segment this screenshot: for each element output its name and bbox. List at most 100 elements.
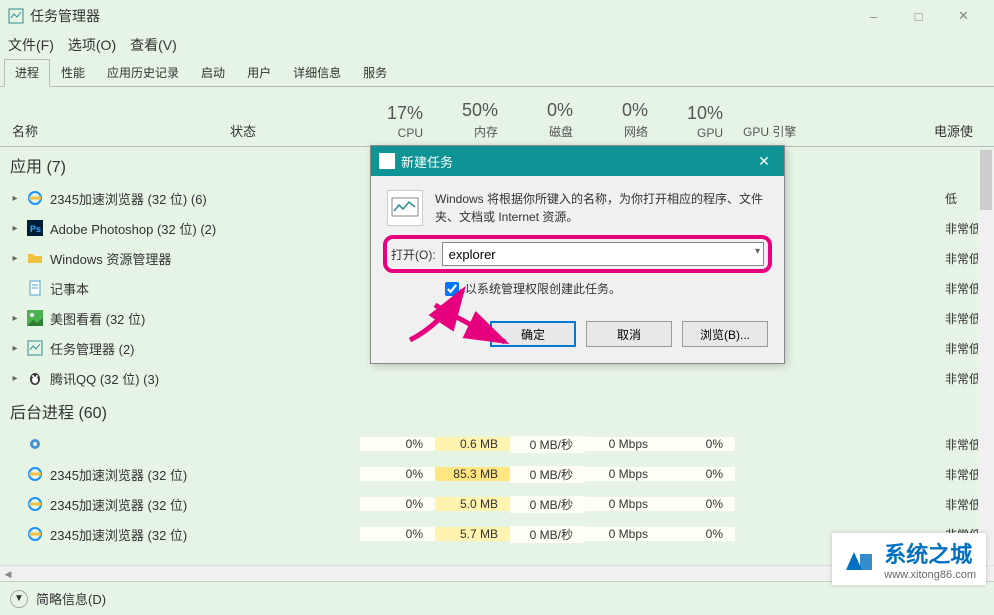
expand-icon[interactable]: ▸	[8, 373, 22, 384]
gpu-value: 0%	[660, 437, 735, 451]
titlebar: 任务管理器 – □ ✕	[0, 0, 994, 32]
tab-users[interactable]: 用户	[236, 59, 282, 87]
col-status[interactable]: 状态	[230, 87, 360, 146]
col-name[interactable]: 名称	[0, 87, 230, 146]
cpu-value: 0%	[360, 467, 435, 481]
ie-icon	[26, 495, 44, 513]
process-name: 任务管理器 (2)	[50, 339, 360, 358]
run-icon	[387, 190, 423, 226]
gpu-value: 0%	[660, 497, 735, 511]
disk-value: 0 MB/秒	[510, 466, 585, 483]
process-row[interactable]: 2345加速浏览器 (32 位) 0% 5.0 MB 0 MB/秒 0 Mbps…	[0, 489, 994, 519]
close-button[interactable]: ✕	[941, 1, 986, 31]
admin-checkbox[interactable]	[445, 282, 459, 296]
disk-value: 0 MB/秒	[510, 526, 585, 543]
expand-icon[interactable]: ▸	[8, 223, 22, 234]
dialog-titlebar: 新建任务 ✕	[371, 146, 784, 176]
net-value: 0 Mbps	[585, 527, 660, 541]
ie-icon	[26, 189, 44, 207]
col-gpu-engine[interactable]: GPU 引擎	[735, 87, 825, 146]
tab-services[interactable]: 服务	[352, 59, 398, 87]
col-power[interactable]: 电源使	[934, 87, 994, 146]
tab-details[interactable]: 详细信息	[282, 59, 352, 87]
col-gpu[interactable]: 10% GPU	[660, 87, 735, 146]
watermark-url: www.xitong86.com	[884, 569, 976, 581]
mem-value: 5.0 MB	[435, 497, 510, 511]
dialog-title-text: 新建任务	[401, 152, 453, 171]
open-input[interactable]	[442, 242, 764, 266]
mem-value: 85.3 MB	[435, 467, 510, 481]
cpu-value: 0%	[360, 437, 435, 451]
ie-icon	[26, 525, 44, 543]
disk-value: 0 MB/秒	[510, 436, 585, 453]
photoshop-icon: Ps	[26, 219, 44, 237]
gpu-value: 0%	[660, 467, 735, 481]
process-name: 记事本	[50, 279, 360, 298]
expand-icon[interactable]: ▸	[8, 343, 22, 354]
tab-app-history[interactable]: 应用历史记录	[96, 59, 190, 87]
footer: ▼ 简略信息(D)	[0, 581, 994, 615]
mem-value: 5.7 MB	[435, 527, 510, 541]
folder-icon	[26, 249, 44, 267]
vertical-scrollbar[interactable]	[978, 150, 994, 579]
col-memory[interactable]: 50% 内存	[435, 87, 510, 146]
tab-bar: 进程 性能 应用历史记录 启动 用户 详细信息 服务	[0, 58, 994, 87]
expand-icon[interactable]: ▸	[8, 313, 22, 324]
gear-icon	[26, 435, 44, 453]
tab-processes[interactable]: 进程	[4, 59, 50, 87]
process-name: Windows 资源管理器	[50, 249, 360, 268]
process-name: 2345加速浏览器 (32 位)	[50, 465, 360, 484]
open-label: 打开(O):	[391, 246, 436, 263]
dialog-close-button[interactable]: ✕	[752, 153, 776, 170]
expand-icon[interactable]: ▸	[8, 253, 22, 264]
process-row[interactable]: 0% 0.6 MB 0 MB/秒 0 Mbps 0% 非常低	[0, 429, 994, 459]
process-name: 腾讯QQ (32 位) (3)	[50, 369, 360, 388]
net-value: 0 Mbps	[585, 467, 660, 481]
tab-performance[interactable]: 性能	[50, 59, 96, 87]
net-value: 0 Mbps	[585, 497, 660, 511]
process-name: 2345加速浏览器 (32 位) (6)	[50, 189, 360, 208]
process-row[interactable]: ▸ 腾讯QQ (32 位) (3) 非常低	[0, 363, 994, 393]
dialog-message: Windows 将根据你所键入的名称，为你打开相应的程序、文件夹、文档或 Int…	[435, 190, 768, 226]
admin-label: 以系统管理权限创建此任务。	[465, 280, 621, 297]
dialog-icon	[379, 153, 395, 169]
process-name: 2345加速浏览器 (32 位)	[50, 525, 360, 544]
window-title: 任务管理器	[30, 6, 851, 26]
ok-button[interactable]: 确定	[490, 321, 576, 347]
tab-startup[interactable]: 启动	[190, 59, 236, 87]
column-headers: 名称 状态 17% CPU 50% 内存 0% 磁盘 0% 网络 10% GPU…	[0, 87, 994, 147]
menubar: 文件(F) 选项(O) 查看(V)	[0, 32, 994, 58]
process-row[interactable]: 2345加速浏览器 (32 位) 0% 85.3 MB 0 MB/秒 0 Mbp…	[0, 459, 994, 489]
col-network[interactable]: 0% 网络	[585, 87, 660, 146]
scroll-left-icon[interactable]: ◀	[0, 566, 16, 582]
col-cpu[interactable]: 17% CPU	[360, 87, 435, 146]
browse-button[interactable]: 浏览(B)...	[682, 321, 768, 347]
process-name: 美图看看 (32 位)	[50, 309, 360, 328]
expand-icon[interactable]: ▸	[8, 193, 22, 204]
mem-value: 0.6 MB	[435, 437, 510, 451]
watermark-logo-icon	[842, 542, 876, 576]
run-dialog: 新建任务 ✕ Windows 将根据你所键入的名称，为你打开相应的程序、文件夹、…	[370, 145, 785, 364]
process-name: Adobe Photoshop (32 位) (2)	[50, 219, 360, 238]
task-manager-icon	[26, 339, 44, 357]
col-disk[interactable]: 0% 磁盘	[510, 87, 585, 146]
disk-value: 0 MB/秒	[510, 496, 585, 513]
image-viewer-icon	[26, 309, 44, 327]
details-label[interactable]: 简略信息(D)	[36, 589, 106, 608]
cancel-button[interactable]: 取消	[586, 321, 672, 347]
maximize-button[interactable]: □	[896, 1, 941, 31]
minimize-button[interactable]: –	[851, 1, 896, 31]
menu-options[interactable]: 选项(O)	[68, 35, 116, 55]
menu-file[interactable]: 文件(F)	[8, 35, 54, 55]
group-bg-title: 后台进程 (60)	[0, 393, 994, 429]
app-icon	[8, 8, 24, 24]
process-name: 2345加速浏览器 (32 位)	[50, 495, 360, 514]
qq-icon	[26, 369, 44, 387]
menu-view[interactable]: 查看(V)	[130, 35, 177, 55]
ie-icon	[26, 465, 44, 483]
gpu-value: 0%	[660, 527, 735, 541]
scrollbar-thumb[interactable]	[980, 150, 992, 210]
cpu-value: 0%	[360, 527, 435, 541]
watermark-brand: 系统之城	[884, 537, 976, 569]
details-toggle[interactable]: ▼	[10, 590, 28, 608]
